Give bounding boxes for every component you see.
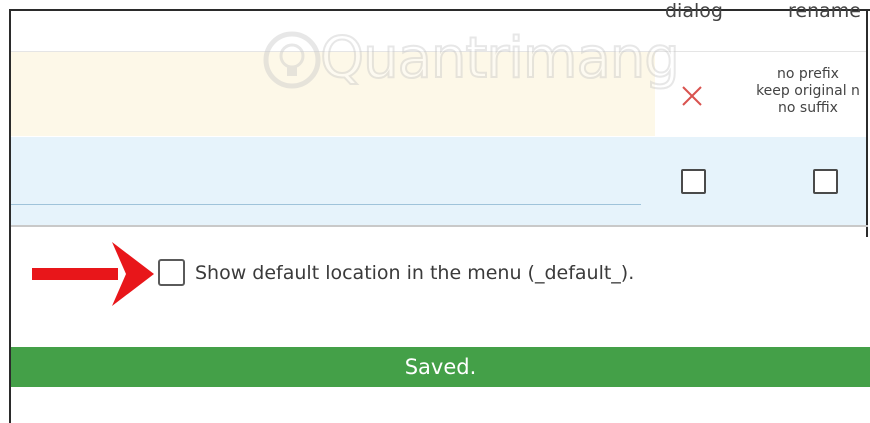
show-default-location-checkbox[interactable] xyxy=(158,259,185,286)
frame-top-border xyxy=(9,9,870,11)
table-row-rename-settings xyxy=(11,52,655,136)
rename-line-suffix: no suffix xyxy=(778,100,838,116)
frame-right-border xyxy=(866,9,868,237)
x-icon xyxy=(682,86,702,106)
input-underline xyxy=(11,204,641,205)
table-bottom-border xyxy=(11,225,868,227)
table-row-checkboxes xyxy=(11,137,866,225)
column-header-dialog: dialog xyxy=(665,0,723,22)
show-default-location-label: Show default location in the menu (_defa… xyxy=(195,261,635,284)
rename-checkbox[interactable] xyxy=(813,169,838,194)
rename-settings-text: no prefix keep original n no suffix xyxy=(738,66,870,117)
red-arrow-icon xyxy=(32,242,154,306)
column-header-rename: rename xyxy=(788,0,861,22)
saved-status-text: Saved. xyxy=(404,355,477,379)
show-default-location-option[interactable]: Show default location in the menu (_defa… xyxy=(158,259,634,286)
rename-line-prefix: no prefix xyxy=(777,66,839,82)
dialog-checkbox[interactable] xyxy=(681,169,706,194)
rename-line-name: keep original n xyxy=(756,83,860,99)
saved-status-bar: Saved. xyxy=(11,347,870,387)
